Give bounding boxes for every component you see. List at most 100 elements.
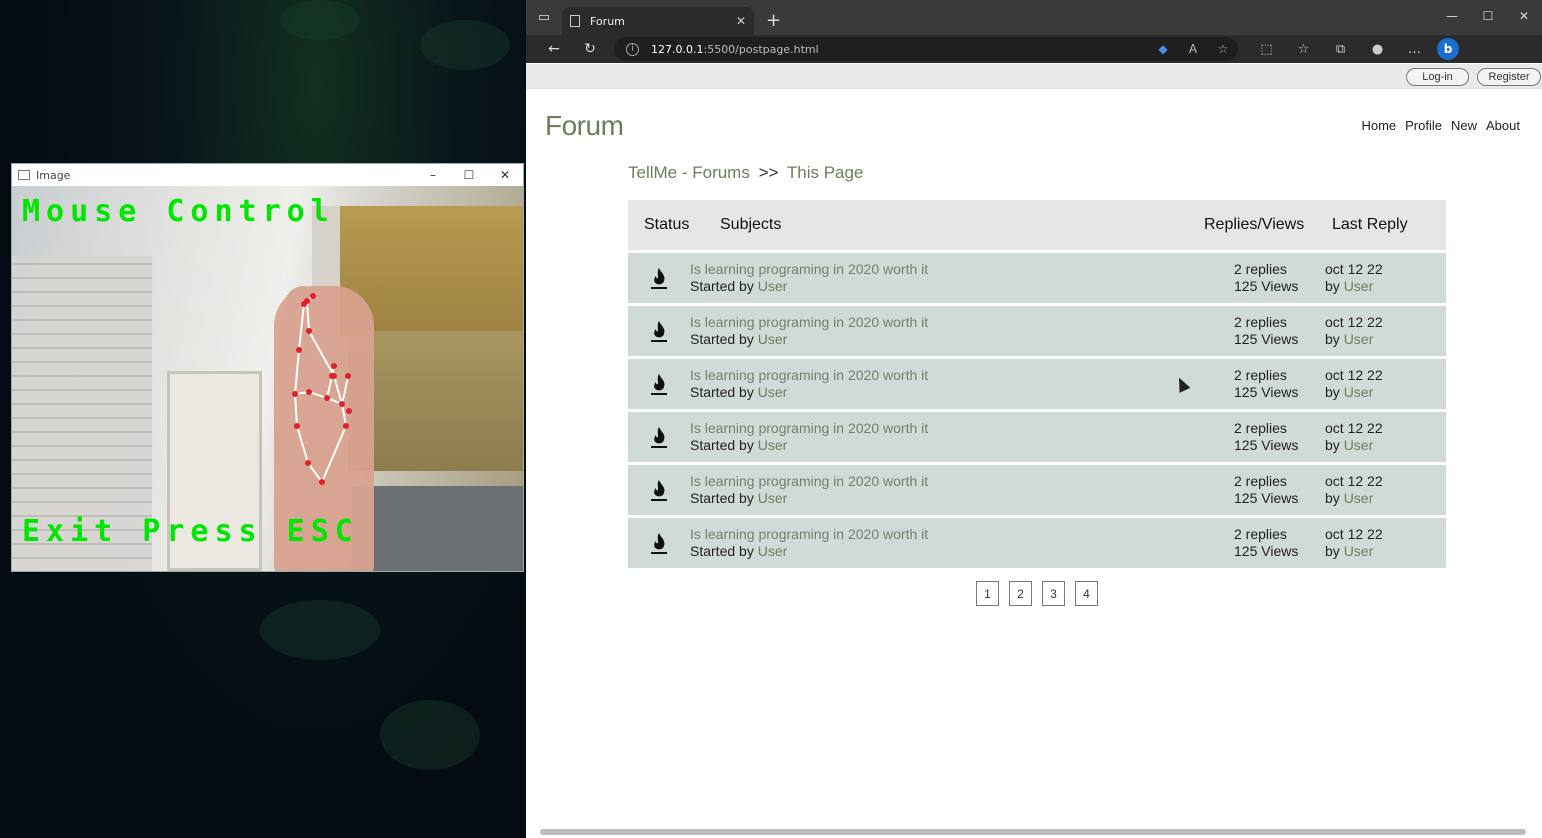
- tab-bar: ▭ Forum ✕ + — ☐ ✕: [526, 0, 1542, 35]
- breadcrumb-forums[interactable]: TellMe - Forums: [628, 163, 750, 182]
- table-row[interactable]: Is learning programing in 2020 worth it …: [628, 253, 1446, 303]
- last-reply-date: oct 12 22: [1325, 261, 1383, 277]
- nav-profile[interactable]: Profile: [1405, 118, 1442, 133]
- back-icon[interactable]: ←: [536, 41, 572, 57]
- starter-user-link[interactable]: User: [758, 384, 788, 400]
- view-count: 125 Views: [1234, 331, 1299, 347]
- browser-window: ▭ Forum ✕ + — ☐ ✕ ← ↻ i 127.0.0.1 :5500/…: [526, 0, 1542, 838]
- nav-about[interactable]: About: [1486, 118, 1520, 133]
- url-path: :5500/postpage.html: [703, 42, 819, 56]
- minimize-button[interactable]: –: [415, 168, 451, 182]
- topic-starter: Started by User: [690, 543, 1234, 560]
- starter-user-link[interactable]: User: [758, 437, 788, 453]
- view-count: 125 Views: [1234, 490, 1299, 506]
- login-button[interactable]: Log-in: [1406, 68, 1469, 86]
- last-reply-by: by User: [1325, 490, 1446, 507]
- page-4-button[interactable]: 4: [1075, 581, 1098, 606]
- table-row[interactable]: Is learning programing in 2020 worth it …: [628, 412, 1446, 462]
- header-subjects: Subjects: [720, 216, 782, 233]
- started-by-label: Started by: [690, 278, 754, 294]
- by-label: by: [1325, 278, 1340, 294]
- favorites-icon[interactable]: ☆: [1285, 42, 1322, 57]
- collections-icon[interactable]: ⧉: [1322, 42, 1359, 57]
- maximize-button[interactable]: ☐: [1470, 0, 1506, 32]
- profile-icon[interactable]: ●: [1359, 42, 1396, 57]
- auth-bar: Log-in Register: [526, 64, 1542, 89]
- topic-title-link[interactable]: Is learning programing in 2020 worth it: [690, 367, 1234, 384]
- topic-title-link[interactable]: Is learning programing in 2020 worth it: [690, 420, 1234, 437]
- by-label: by: [1325, 543, 1340, 559]
- header-last-reply: Last Reply: [1332, 216, 1408, 233]
- view-count: 125 Views: [1234, 384, 1299, 400]
- topic-title-link[interactable]: Is learning programing in 2020 worth it: [690, 314, 1234, 331]
- last-reply-date: oct 12 22: [1325, 473, 1383, 489]
- last-reply-user-link[interactable]: User: [1344, 278, 1374, 294]
- starter-user-link[interactable]: User: [758, 331, 788, 347]
- extensions-icon[interactable]: ⬚: [1248, 42, 1285, 57]
- last-reply-user-link[interactable]: User: [1344, 543, 1374, 559]
- nav-new[interactable]: New: [1451, 118, 1477, 133]
- table-row[interactable]: Is learning programing in 2020 worth it …: [628, 306, 1446, 356]
- flame-icon: [628, 319, 690, 343]
- close-button[interactable]: ✕: [487, 168, 523, 182]
- table-row[interactable]: Is learning programing in 2020 worth it …: [628, 518, 1446, 568]
- last-reply-user-link[interactable]: User: [1344, 490, 1374, 506]
- page-3-button[interactable]: 3: [1042, 581, 1065, 606]
- topic-starter: Started by User: [690, 490, 1234, 507]
- tab-close-icon[interactable]: ✕: [736, 14, 746, 28]
- register-button[interactable]: Register: [1477, 68, 1541, 86]
- topic-title-link[interactable]: Is learning programing in 2020 worth it: [690, 526, 1234, 543]
- starter-user-link[interactable]: User: [758, 490, 788, 506]
- by-label: by: [1325, 490, 1340, 506]
- view-count: 125 Views: [1234, 437, 1299, 453]
- close-button[interactable]: ✕: [1506, 0, 1542, 32]
- maximize-button[interactable]: ☐: [451, 168, 487, 182]
- flame-icon: [628, 372, 690, 396]
- read-aloud-icon[interactable]: A: [1178, 42, 1208, 56]
- refresh-icon[interactable]: ↻: [572, 41, 608, 57]
- info-icon[interactable]: i: [626, 42, 639, 56]
- add-favorite-icon[interactable]: ☆: [1208, 42, 1238, 56]
- breadcrumb-separator: >>: [758, 163, 779, 182]
- overlay-mouse-control: Mouse Control: [22, 194, 335, 229]
- last-reply-date: oct 12 22: [1325, 314, 1383, 330]
- overlay-exit-hint: Exit Press ESC: [22, 514, 359, 549]
- flame-icon: [628, 478, 690, 502]
- nav-home[interactable]: Home: [1361, 118, 1396, 133]
- last-reply-by: by User: [1325, 437, 1446, 454]
- forum-table: Status Subjects Replies/Views Last Reply…: [628, 200, 1446, 568]
- bing-icon[interactable]: b: [1437, 38, 1459, 60]
- topic-title-link[interactable]: Is learning programing in 2020 worth it: [690, 261, 1234, 278]
- topic-starter: Started by User: [690, 437, 1234, 454]
- header-status: Status: [644, 216, 690, 233]
- last-reply-by: by User: [1325, 278, 1446, 295]
- last-reply-user-link[interactable]: User: [1344, 331, 1374, 347]
- last-reply-user-link[interactable]: User: [1344, 384, 1374, 400]
- more-icon[interactable]: …: [1396, 42, 1433, 57]
- new-tab-icon[interactable]: +: [766, 10, 781, 31]
- topic-title-link[interactable]: Is learning programing in 2020 worth it: [690, 473, 1234, 490]
- table-header: Status Subjects Replies/Views Last Reply: [628, 200, 1446, 250]
- started-by-label: Started by: [690, 490, 754, 506]
- breadcrumb-current[interactable]: This Page: [787, 163, 864, 182]
- site-nav: Home Profile New About: [1361, 118, 1520, 133]
- last-reply-date: oct 12 22: [1325, 526, 1383, 542]
- table-row[interactable]: Is learning programing in 2020 worth it …: [628, 359, 1446, 409]
- table-row[interactable]: Is learning programing in 2020 worth it …: [628, 465, 1446, 515]
- reply-count: 2 replies: [1234, 526, 1287, 542]
- page-icon: [570, 15, 580, 27]
- tab-forum[interactable]: Forum ✕: [562, 7, 754, 35]
- page-2-button[interactable]: 2: [1009, 581, 1032, 606]
- horizontal-scrollbar[interactable]: [540, 829, 1526, 835]
- last-reply-user-link[interactable]: User: [1344, 437, 1374, 453]
- coupon-icon[interactable]: ◆: [1148, 42, 1178, 56]
- minimize-button[interactable]: —: [1434, 0, 1470, 32]
- starter-user-link[interactable]: User: [758, 278, 788, 294]
- view-count: 125 Views: [1234, 278, 1299, 294]
- page-1-button[interactable]: 1: [976, 581, 999, 606]
- starter-user-link[interactable]: User: [758, 543, 788, 559]
- last-reply-by: by User: [1325, 384, 1446, 401]
- tab-actions-icon[interactable]: ▭: [526, 0, 562, 35]
- reply-count: 2 replies: [1234, 261, 1287, 277]
- url-input[interactable]: i 127.0.0.1 :5500/postpage.html ◆ A ☆: [614, 37, 1238, 61]
